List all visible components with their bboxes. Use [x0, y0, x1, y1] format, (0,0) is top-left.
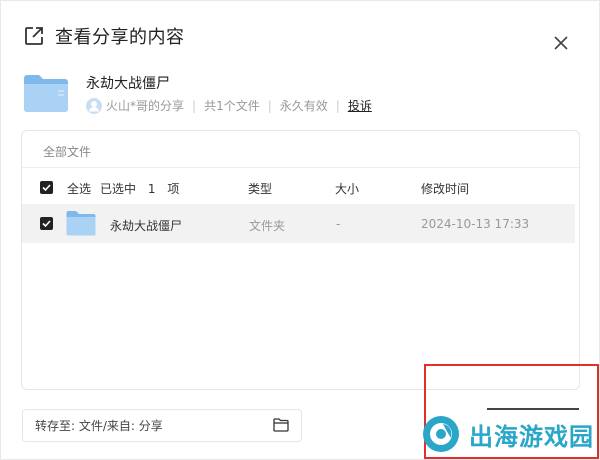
row-name[interactable]: 永劫大战僵尸 — [110, 217, 182, 234]
checkbox-checked-icon — [42, 184, 51, 192]
file-panel: 全部文件 全选 已选中 1 项 类型 大小 修改时间 永劫大战僵尸 文件夹 - … — [21, 130, 580, 390]
watermark-text: 出海游戏园 — [469, 422, 594, 451]
divider: | — [335, 98, 340, 113]
share-meta: 火山*哥的分享 | 共1个文件 | 永久有效 | 投诉 — [86, 97, 372, 114]
row-type: 文件夹 — [249, 219, 286, 233]
column-modified[interactable]: 修改时间 — [421, 180, 469, 197]
column-type[interactable]: 类型 — [248, 180, 272, 197]
selected-suffix: 项 — [167, 182, 180, 196]
select-all-label[interactable]: 全选 — [67, 180, 91, 197]
share-owner: 火山*哥的分享 — [106, 99, 185, 113]
dialog-title: 查看分享的内容 — [55, 27, 185, 48]
checkbox-checked-icon — [42, 220, 51, 228]
share-out-icon — [25, 27, 43, 45]
share-dialog: 查看分享的内容 永劫大战僵尸 火山*哥的分享 | 共1个文件 | 永久有效 | … — [0, 0, 600, 460]
select-all-checkbox[interactable] — [40, 181, 53, 194]
breadcrumb[interactable]: 全部文件 — [43, 143, 91, 160]
close-icon[interactable] — [550, 32, 572, 54]
folder-icon[interactable] — [273, 418, 289, 432]
save-to-label: 转存至: 文件/来自: 分享 — [35, 419, 163, 433]
user-avatar-icon — [86, 97, 102, 114]
selected-prefix: 已选中 — [100, 182, 137, 196]
table-row[interactable]: 永劫大战僵尸 文件夹 - 2024-10-13 17:33 — [22, 204, 575, 243]
row-size: - — [336, 217, 341, 231]
dialog-header: 查看分享的内容 — [23, 23, 185, 49]
share-name: 永劫大战僵尸 — [86, 76, 170, 92]
save-to-selector[interactable]: 转存至: 文件/来自: 分享 — [22, 409, 302, 442]
watermark-logo-icon — [423, 416, 459, 452]
file-count: 共1个文件 — [204, 99, 260, 113]
watermark: 出海游戏园 — [421, 408, 600, 460]
divider: | — [192, 98, 197, 113]
selected-count-label: 已选中 1 项 — [100, 180, 179, 197]
folder-icon — [24, 75, 68, 112]
divider: | — [267, 98, 272, 113]
row-checkbox[interactable] — [40, 217, 53, 230]
validity: 永久有效 — [279, 99, 328, 113]
divider — [22, 167, 579, 168]
report-link[interactable]: 投诉 — [348, 97, 372, 114]
folder-icon — [66, 211, 96, 236]
selected-count: 1 — [147, 182, 156, 196]
row-modified: 2024-10-13 17:33 — [421, 217, 530, 231]
column-size[interactable]: 大小 — [335, 180, 359, 197]
